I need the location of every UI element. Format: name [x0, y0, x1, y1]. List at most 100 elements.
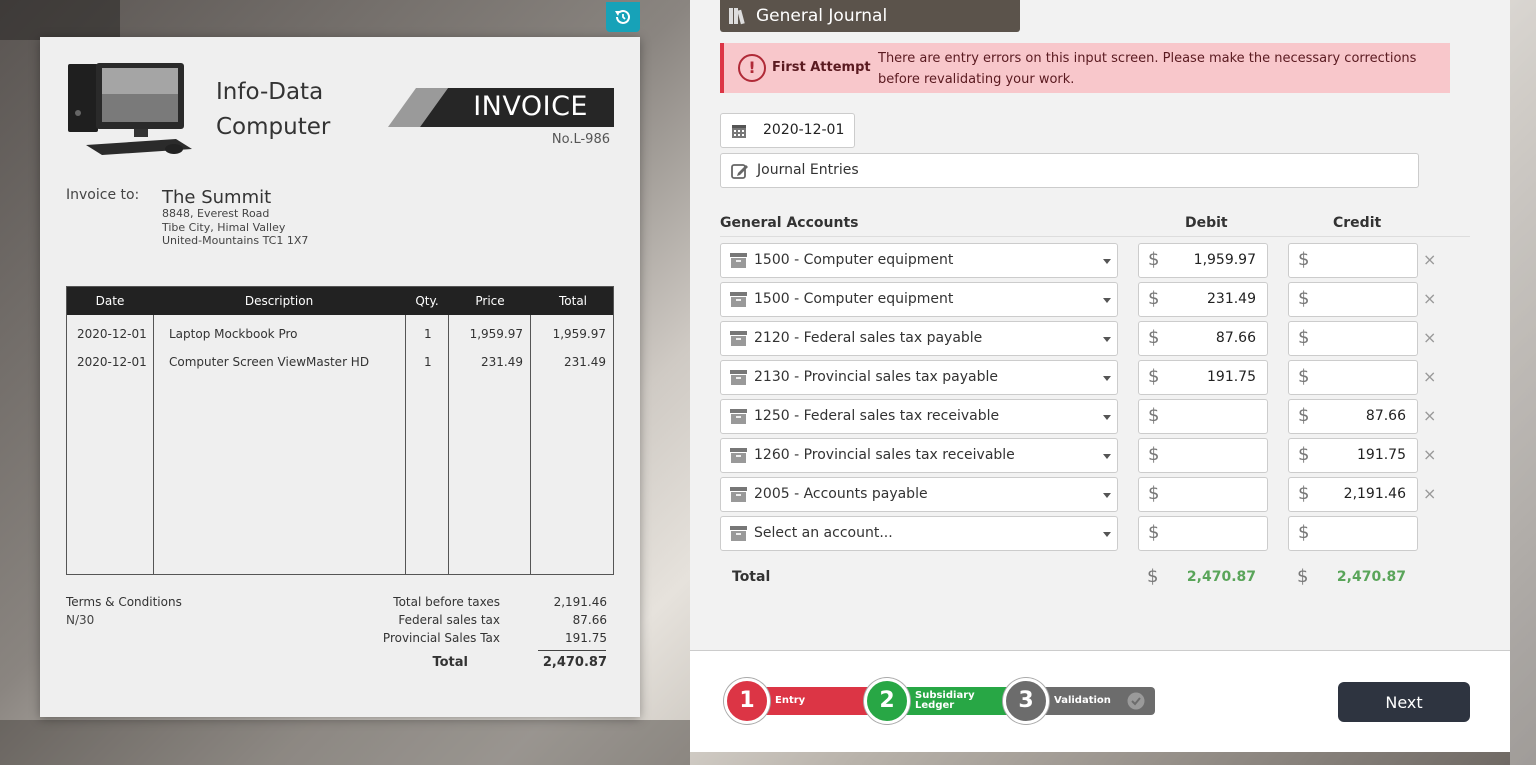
account-name: 2120 - Federal sales tax payable — [754, 330, 983, 346]
credit-input[interactable]: $ — [1288, 321, 1418, 356]
delete-line-icon[interactable]: × — [1423, 289, 1436, 308]
delete-line-icon[interactable]: × — [1423, 367, 1436, 386]
debit-input[interactable]: $ — [1138, 438, 1268, 473]
currency-symbol: $ — [1298, 444, 1310, 465]
archive-box-icon — [730, 409, 747, 424]
currency-symbol: $ — [1148, 327, 1160, 348]
debit-input[interactable]: $ — [1138, 477, 1268, 512]
description-field[interactable]: Journal Entries — [720, 153, 1419, 188]
row-price: 1,959.97 — [469, 327, 523, 341]
account-select[interactable]: 1500 - Computer equipment — [720, 282, 1118, 317]
invoice-to-name: The Summit — [162, 187, 272, 208]
step-validation-label: Validation — [1054, 695, 1111, 706]
row-description: Laptop Mockbook Pro — [169, 327, 298, 341]
summary-value: 2,191.46 — [553, 595, 607, 609]
credit-value: 2,191.46 — [1343, 486, 1406, 502]
archive-box-icon — [730, 331, 747, 346]
step-ledger-label-line2: Ledger — [915, 700, 955, 711]
chevron-down-icon — [1103, 337, 1111, 342]
delete-line-icon[interactable]: × — [1423, 445, 1436, 464]
row-date: 2020-12-01 — [77, 327, 147, 341]
step-subsidiary-ledger[interactable]: 2 Subsidiary Ledger — [864, 678, 1014, 724]
summary-value: 191.75 — [565, 631, 607, 645]
currency-symbol: $ — [1148, 288, 1160, 309]
history-button[interactable] — [606, 2, 640, 32]
credit-value: 87.66 — [1365, 408, 1406, 424]
credit-input[interactable]: $87.66 — [1288, 399, 1418, 434]
address-line: Tibe City, Himal Valley — [162, 220, 286, 234]
account-select[interactable]: 1260 - Provincial sales tax receivable — [720, 438, 1118, 473]
table-row: 2020-12-01 Computer Screen ViewMaster HD… — [67, 355, 613, 375]
invoice-number: No.L-986 — [551, 132, 610, 147]
background-floor — [0, 720, 690, 765]
debit-input[interactable]: $191.75 — [1138, 360, 1268, 395]
total-debit-value: 2,470.87 — [1186, 569, 1256, 585]
row-description: Computer Screen ViewMaster HD — [169, 355, 370, 369]
row-total: 1,959.97 — [552, 327, 606, 341]
row-date: 2020-12-01 — [77, 355, 147, 369]
error-alert: ! First Attempt There are entry errors o… — [720, 43, 1450, 93]
currency-symbol: $ — [1148, 444, 1160, 465]
delete-line-icon[interactable]: × — [1423, 328, 1436, 347]
date-field[interactable]: 2020-12-01 — [720, 113, 855, 148]
account-select[interactable]: 2130 - Provincial sales tax payable — [720, 360, 1118, 395]
credit-input[interactable]: $ — [1288, 360, 1418, 395]
header-date: Date — [95, 294, 125, 308]
progress-steps: 1 Entry 2 Subsidiary Ledger 3 Validation — [724, 678, 1155, 724]
account-select[interactable]: 2005 - Accounts payable — [720, 477, 1118, 512]
debit-value: 87.66 — [1215, 330, 1256, 346]
column-divider — [405, 315, 406, 574]
credit-input[interactable]: $ — [1288, 282, 1418, 317]
account-name: 1250 - Federal sales tax receivable — [754, 408, 1000, 424]
invoice-banner: INVOICE — [388, 88, 614, 127]
account-select[interactable]: Select an account... — [720, 516, 1118, 551]
check-icon — [1127, 692, 1145, 710]
summary-label: Federal sales tax — [398, 613, 500, 627]
account-select[interactable]: 1500 - Computer equipment — [720, 243, 1118, 278]
step-ledger-number: 2 — [864, 678, 910, 724]
debit-value: 231.49 — [1207, 291, 1256, 307]
delete-line-icon[interactable]: × — [1423, 484, 1436, 503]
invoice-document: Info-Data Computer INVOICE No.L-986 Invo… — [40, 37, 640, 717]
currency-symbol: $ — [1148, 366, 1160, 387]
debit-input[interactable]: $ — [1138, 399, 1268, 434]
header-price: Price — [475, 294, 505, 308]
total-credit-value: 2,470.87 — [1336, 569, 1406, 585]
date-value: 2020-12-01 — [763, 122, 845, 138]
delete-line-icon[interactable]: × — [1423, 406, 1436, 425]
alert-label: First Attempt — [772, 60, 871, 75]
next-button[interactable]: Next — [1338, 682, 1470, 722]
credit-input[interactable]: $ — [1288, 516, 1418, 551]
debit-input[interactable]: $231.49 — [1138, 282, 1268, 317]
total-label: Total — [732, 569, 771, 585]
chevron-down-icon — [1103, 532, 1111, 537]
credit-input[interactable]: $2,191.46 — [1288, 477, 1418, 512]
chevron-down-icon — [1103, 376, 1111, 381]
step-entry-number: 1 — [724, 678, 770, 724]
currency-symbol: $ — [1298, 288, 1310, 309]
credit-input[interactable]: $191.75 — [1288, 438, 1418, 473]
currency-symbol: $ — [1298, 483, 1310, 504]
terms-label: Terms & Conditions — [66, 595, 182, 609]
currency-symbol: $ — [1148, 522, 1160, 543]
header-divider — [720, 236, 1470, 237]
step-entry-label: Entry — [775, 695, 806, 706]
debit-input[interactable]: $ — [1138, 516, 1268, 551]
currency-symbol: $ — [1298, 522, 1310, 543]
delete-line-icon[interactable]: × — [1423, 250, 1436, 269]
account-name: 1260 - Provincial sales tax receivable — [754, 447, 1015, 463]
step-validation[interactable]: 3 Validation — [1003, 678, 1155, 724]
debit-input[interactable]: $87.66 — [1138, 321, 1268, 356]
chevron-down-icon — [1103, 298, 1111, 303]
invoice-total-value: 2,470.87 — [542, 655, 607, 670]
account-select[interactable]: 1250 - Federal sales tax receivable — [720, 399, 1118, 434]
account-select[interactable]: 2120 - Federal sales tax payable — [720, 321, 1118, 356]
journal-header: General Journal — [720, 0, 1020, 32]
debit-input[interactable]: $1,959.97 — [1138, 243, 1268, 278]
credit-input[interactable]: $ — [1288, 243, 1418, 278]
step-entry[interactable]: 1 Entry — [724, 678, 874, 724]
debit-value: 191.75 — [1207, 369, 1256, 385]
currency-symbol: $ — [1298, 327, 1310, 348]
account-name: 2005 - Accounts payable — [754, 486, 928, 502]
journal-panel: General Journal ! First Attempt There ar… — [690, 0, 1510, 752]
